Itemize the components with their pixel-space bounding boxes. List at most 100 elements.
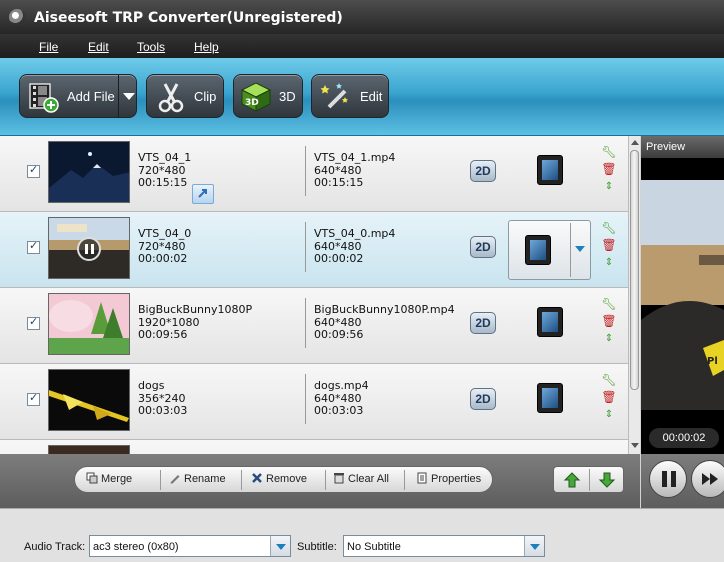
reorder-icon[interactable]: ⇕: [601, 330, 617, 347]
clear-all-button[interactable]: Clear All: [333, 472, 389, 485]
output-name: dogs.mp4: [314, 379, 369, 392]
video-thumbnail: [48, 141, 130, 203]
menu-edit[interactable]: Edit: [88, 40, 109, 54]
wrench-icon[interactable]: 🔧︎: [601, 372, 617, 389]
properties-button[interactable]: Properties: [416, 472, 481, 485]
column-divider: [305, 222, 306, 272]
file-row-partial[interactable]: [0, 440, 628, 454]
file-checkbox[interactable]: [27, 239, 40, 254]
video-thumbnail: [48, 293, 130, 355]
reorder-icon[interactable]: ⇕: [601, 406, 617, 423]
player-controls: [641, 454, 724, 508]
menu-file[interactable]: File: [39, 40, 58, 54]
merge-icon: [86, 472, 98, 484]
properties-icon: [417, 472, 427, 484]
action-group: Merge Rename Remove Clear All Properties: [74, 466, 493, 493]
file-row[interactable]: BigBuckBunny1080P 1920*1080 00:09:56 Big…: [0, 288, 628, 364]
output-duration: 00:00:02: [314, 252, 364, 265]
pencil-icon: [170, 475, 180, 484]
2d-mode-button[interactable]: 2D: [470, 236, 496, 258]
source-duration: 00:09:56: [138, 328, 188, 341]
fast-forward-button[interactable]: [691, 460, 724, 498]
pause-icon: [662, 471, 676, 487]
file-checkbox[interactable]: [27, 163, 40, 178]
rename-label: Rename: [184, 473, 226, 485]
trash-icon[interactable]: 🗑︎: [601, 389, 617, 406]
menu-help[interactable]: Help: [194, 40, 219, 54]
edit-button[interactable]: Edit: [311, 74, 389, 118]
menu-tools[interactable]: Tools: [137, 40, 165, 54]
action-separator: [241, 470, 242, 490]
subtitle-select[interactable]: No Subtitle: [343, 535, 545, 557]
remove-icon: [252, 473, 262, 483]
open-folder-icon[interactable]: [192, 184, 214, 204]
file-checkbox[interactable]: [27, 391, 40, 406]
fast-forward-icon: [702, 473, 718, 485]
file-row[interactable]: VTS_04_0 720*480 00:00:02 VTS_04_0.mp4 6…: [0, 212, 628, 288]
ipad-device-icon[interactable]: [537, 155, 563, 185]
source-info: VTS_04_0 720*480 00:00:02: [138, 227, 192, 266]
rename-button[interactable]: Rename: [169, 472, 226, 485]
column-divider: [305, 146, 306, 196]
wrench-icon[interactable]: 🔧︎: [601, 220, 617, 237]
move-down-icon[interactable]: [598, 471, 616, 489]
2d-mode-button[interactable]: 2D: [470, 312, 496, 334]
subtitle-value: No Subtitle: [347, 541, 401, 553]
output-name: BigBuckBunny1080P.mp4: [314, 303, 455, 316]
output-info: dogs.mp4 640*480 00:03:03: [314, 379, 369, 418]
scrollbar-thumb[interactable]: [630, 150, 639, 390]
ipad-device-icon[interactable]: [537, 307, 563, 337]
clear-all-label: Clear All: [348, 473, 389, 485]
file-row[interactable]: dogs 356*240 00:03:03 dogs.mp4 640*480 0…: [0, 364, 628, 440]
2d-mode-button[interactable]: 2D: [470, 160, 496, 182]
action-separator: [160, 470, 161, 490]
2d-mode-button[interactable]: 2D: [470, 388, 496, 410]
preview-time: 00:00:02: [649, 428, 719, 448]
3d-button[interactable]: 3D 3D: [233, 74, 303, 118]
source-name: BigBuckBunny1080P: [138, 303, 253, 316]
source-name: dogs: [138, 379, 165, 392]
clip-button[interactable]: Clip: [146, 74, 224, 118]
file-list-scrollbar[interactable]: [628, 136, 640, 454]
reorder-icon[interactable]: ⇕: [601, 178, 617, 195]
file-row[interactable]: VTS_04_1 720*480 00:15:15 VTS_04_1.mp4 6…: [0, 136, 628, 212]
file-checkbox[interactable]: [27, 315, 40, 330]
add-file-icon: [29, 83, 59, 113]
source-info: dogs 356*240 00:03:03: [138, 379, 188, 418]
add-file-button[interactable]: Add File: [19, 74, 137, 118]
output-duration: 00:15:15: [314, 176, 364, 189]
pause-button[interactable]: [649, 460, 687, 498]
move-buttons: [553, 466, 624, 493]
column-divider: [305, 374, 306, 424]
output-profile-select[interactable]: [508, 220, 591, 280]
trash-icon[interactable]: 🗑︎: [601, 313, 617, 330]
merge-button[interactable]: Merge: [86, 472, 132, 485]
scroll-up-icon[interactable]: [631, 140, 639, 145]
chevron-down-icon[interactable]: [524, 536, 544, 556]
source-duration: 00:03:03: [138, 404, 188, 417]
audio-track-select[interactable]: ac3 stereo (0x80): [89, 535, 291, 557]
add-file-dropdown-icon[interactable]: [123, 93, 135, 100]
scroll-down-icon[interactable]: [631, 443, 639, 448]
video-thumbnail: [48, 445, 130, 454]
ipad-device-icon[interactable]: [537, 383, 563, 413]
source-name: VTS_04_1: [138, 151, 192, 164]
chevron-down-icon[interactable]: [270, 536, 290, 556]
source-name: VTS_04_0: [138, 227, 192, 240]
wrench-icon[interactable]: 🔧︎: [601, 144, 617, 161]
remove-button[interactable]: Remove: [251, 472, 307, 485]
trash-icon[interactable]: 🗑︎: [601, 161, 617, 178]
row-actions: 🔧︎ 🗑︎ ⇕: [601, 144, 617, 195]
chevron-down-icon[interactable]: [575, 246, 585, 252]
scissors-icon: [158, 83, 184, 113]
row-actions: 🔧︎ 🗑︎ ⇕: [601, 296, 617, 347]
app-icon: [9, 9, 25, 25]
action-bar: Merge Rename Remove Clear All Properties: [0, 454, 640, 508]
wrench-icon[interactable]: 🔧︎: [601, 296, 617, 313]
move-up-icon[interactable]: [563, 471, 581, 489]
3d-cube-icon: 3D: [240, 82, 272, 112]
trash-icon[interactable]: 🗑︎: [601, 237, 617, 254]
reorder-icon[interactable]: ⇕: [601, 254, 617, 271]
source-duration: 00:15:15: [138, 176, 188, 189]
add-file-label: Add File: [67, 89, 115, 104]
